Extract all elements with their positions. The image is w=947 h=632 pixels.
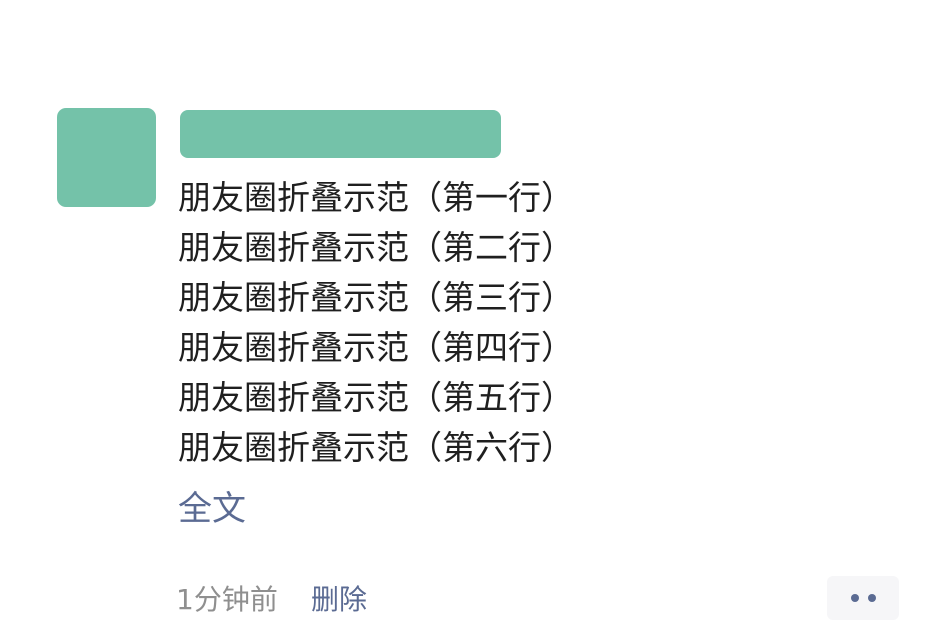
full-text-link[interactable]: 全文: [178, 484, 246, 534]
more-button[interactable]: [827, 576, 899, 620]
post-time: 1分钟前: [176, 583, 278, 616]
author-name-redacted[interactable]: [180, 110, 501, 158]
post-line: 朋友圈折叠示范（第三行）: [178, 278, 574, 317]
post-line: 朋友圈折叠示范（第二行）: [178, 228, 574, 267]
more-dots-icon: [850, 594, 859, 602]
post-text: 朋友圈折叠示范（第一行） 朋友圈折叠示范（第二行） 朋友圈折叠示范（第三行） 朋…: [178, 173, 574, 473]
post-line: 朋友圈折叠示范（第一行）: [178, 178, 574, 217]
post-line: 朋友圈折叠示范（第六行）: [178, 428, 574, 467]
delete-link[interactable]: 删除: [311, 578, 367, 622]
avatar[interactable]: [57, 108, 156, 207]
post-line: 朋友圈折叠示范（第五行）: [178, 378, 574, 417]
more-dots-icon: [867, 594, 876, 602]
post-line: 朋友圈折叠示范（第四行）: [178, 328, 574, 367]
